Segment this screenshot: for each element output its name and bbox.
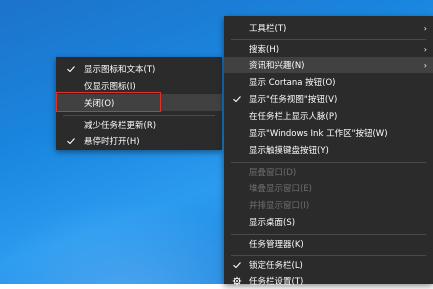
menu-item-reduce-taskbar-updates[interactable]: 减少任务栏更新(R) bbox=[56, 117, 222, 133]
menu-item-show-icon-and-text[interactable]: 显示图标和文本(T) bbox=[56, 61, 222, 77]
menu-item-label: 显示触摸键盘按钮(Y) bbox=[249, 146, 329, 156]
menu-item-news-and-interests[interactable]: 资讯和兴趣(N) › bbox=[224, 57, 433, 73]
menu-item-label: 任务管理器(K) bbox=[249, 240, 304, 250]
checkmark-icon bbox=[67, 66, 75, 73]
menu-item-show-touch-keyboard-button[interactable]: 显示触摸键盘按钮(Y) bbox=[224, 142, 433, 158]
menu-item-label: 锁定任务栏(L) bbox=[249, 261, 303, 271]
menu-item-label: 任务栏设置(T) bbox=[249, 277, 304, 287]
menu-item-side-by-side-windows: 并排显示窗口(I) bbox=[224, 197, 433, 213]
menu-separator bbox=[231, 234, 426, 235]
menu-item-label: 悬停时打开(H) bbox=[84, 137, 140, 147]
menu-item-show-people-on-taskbar[interactable]: 在任务栏上显示人脉(P) bbox=[224, 108, 433, 124]
menu-item-label: 仅显示图标(I) bbox=[84, 82, 136, 92]
checkmark-icon bbox=[233, 96, 241, 103]
menu-item-task-manager[interactable]: 任务管理器(K) bbox=[224, 236, 433, 252]
menu-item-label: 显示桌面(S) bbox=[249, 218, 296, 228]
checkmark-icon bbox=[67, 138, 75, 145]
menu-item-taskbar-settings[interactable]: 任务栏设置(T) bbox=[224, 273, 433, 289]
menu-item-label: 在任务栏上显示人脉(P) bbox=[249, 112, 338, 122]
menu-item-label: 显示"Windows Ink 工作区"按钮(W) bbox=[249, 129, 388, 139]
menu-item-label: 显示图标和文本(T) bbox=[84, 65, 156, 75]
menu-item-show-task-view-button[interactable]: 显示"任务视图"按钮(V) bbox=[224, 91, 433, 107]
menu-item-label: 搜索(H) bbox=[249, 45, 280, 55]
menu-item-cascade-windows: 层叠窗口(D) bbox=[224, 164, 433, 180]
menu-item-label: 堆叠显示窗口(E) bbox=[249, 184, 313, 194]
menu-item-show-cortana-button[interactable]: 显示 Cortana 按钮(O) bbox=[224, 74, 433, 90]
menu-item-label: 显示 Cortana 按钮(O) bbox=[249, 78, 336, 88]
menu-item-label: 资讯和兴趣(N) bbox=[249, 61, 305, 71]
menu-item-show-windows-ink-button[interactable]: 显示"Windows Ink 工作区"按钮(W) bbox=[224, 125, 433, 141]
chevron-right-icon: › bbox=[423, 60, 427, 70]
menu-item-label: 工具栏(T) bbox=[249, 24, 287, 34]
menu-separator bbox=[231, 162, 426, 163]
menu-item-label: 并排显示窗口(I) bbox=[249, 201, 310, 211]
menu-item-label: 层叠窗口(D) bbox=[249, 168, 297, 178]
checkmark-icon bbox=[233, 262, 241, 269]
menu-item-toolbars[interactable]: 工具栏(T) › bbox=[224, 20, 433, 36]
chevron-right-icon: › bbox=[423, 44, 427, 54]
taskbar-context-menu: 工具栏(T) › 搜索(H) › 资讯和兴趣(N) › 显示 Cortana 按… bbox=[224, 16, 433, 287]
menu-item-search[interactable]: 搜索(H) › bbox=[224, 41, 433, 57]
menu-item-stack-windows: 堆叠显示窗口(E) bbox=[224, 180, 433, 196]
menu-item-lock-taskbar[interactable]: 锁定任务栏(L) bbox=[224, 257, 433, 273]
annotation-highlight-box bbox=[56, 92, 161, 112]
gear-icon bbox=[232, 276, 242, 286]
menu-separator bbox=[63, 115, 215, 116]
menu-item-label: 显示"任务视图"按钮(V) bbox=[249, 95, 338, 105]
menu-item-show-desktop[interactable]: 显示桌面(S) bbox=[224, 214, 433, 230]
menu-item-open-on-hover[interactable]: 悬停时打开(H) bbox=[56, 133, 222, 149]
menu-separator bbox=[231, 39, 426, 40]
menu-separator bbox=[231, 255, 426, 256]
menu-item-label: 减少任务栏更新(R) bbox=[84, 121, 157, 131]
chevron-right-icon: › bbox=[423, 23, 427, 33]
